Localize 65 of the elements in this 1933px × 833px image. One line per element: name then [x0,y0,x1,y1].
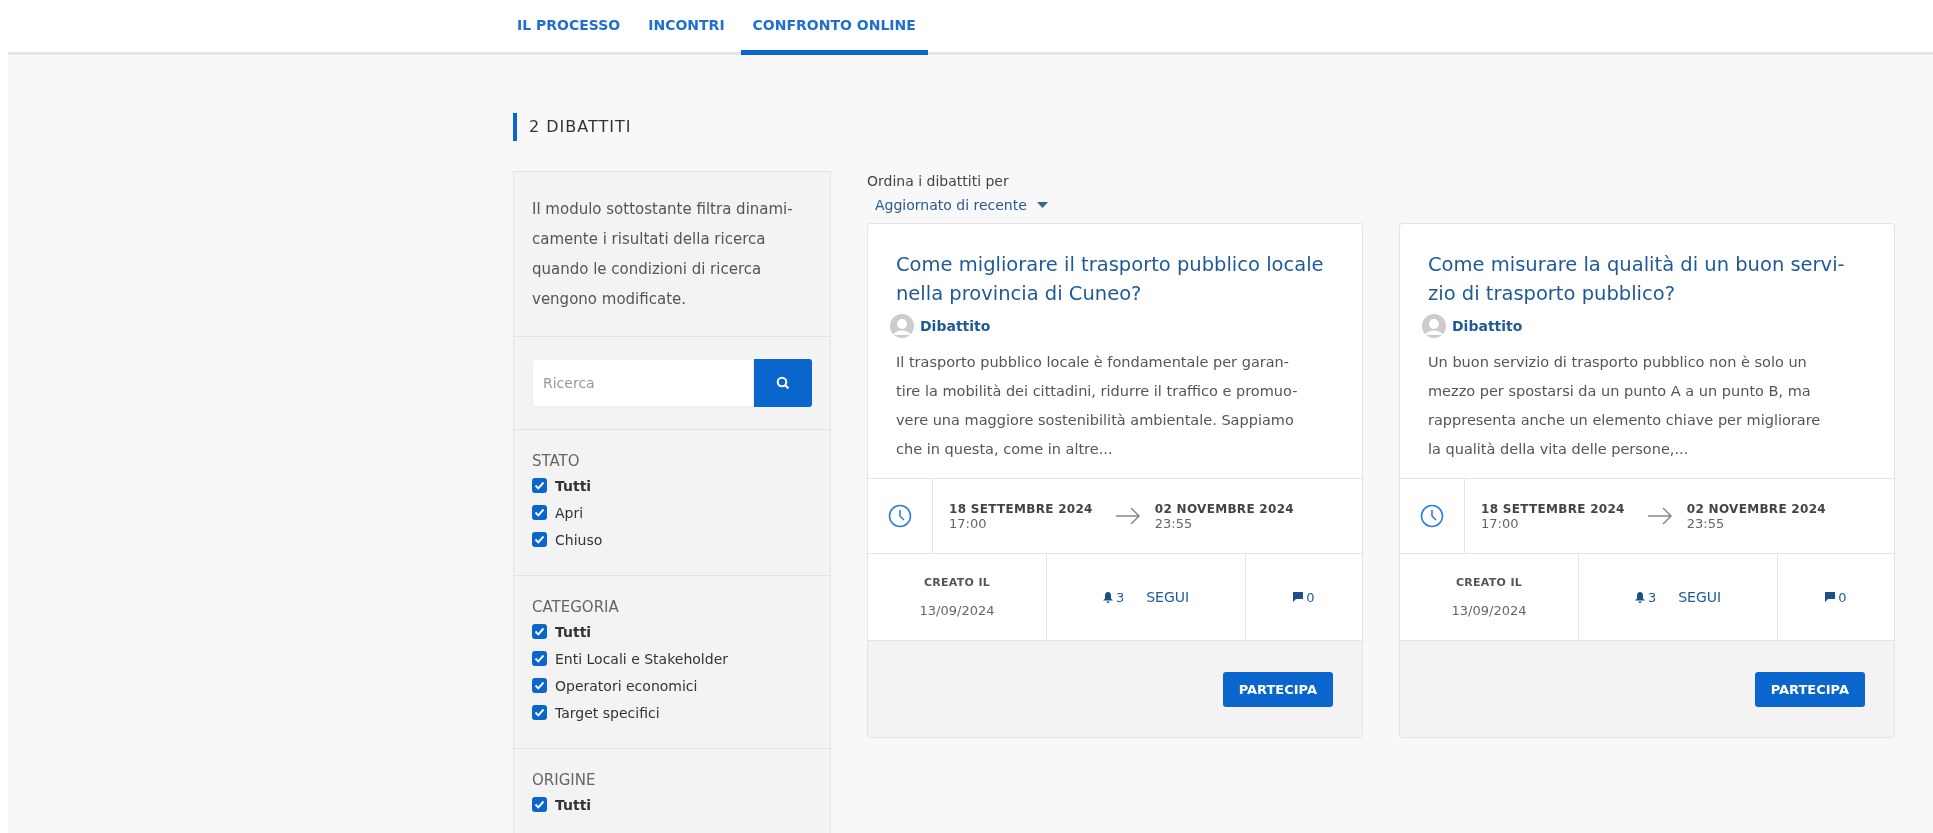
participate-button[interactable]: PARTECIPA [1754,671,1865,707]
comments-count: 0 [1293,589,1315,605]
debate-type: Dibattito [1452,318,1523,334]
caret-icon [1036,202,1048,208]
follow-link[interactable]: SEGUI [1146,589,1190,605]
filter-title: ORIGINE [532,771,597,789]
clock-icon [1420,504,1444,528]
start-time: 17:00 [949,515,988,531]
checkbox-label: Tutti [555,623,592,640]
checkbox[interactable] [532,478,547,493]
checkbox-label: Apri [555,504,584,521]
checkbox-label: Chiuso [555,531,603,548]
comment-icon [1293,592,1304,602]
end-date: 02 NOVEMBRE 2024 [1686,501,1826,516]
arrow-right-icon [1646,507,1673,525]
sort-label: Ordina i dibattiti per [867,173,1010,189]
filter-title: CATEGORIA [532,598,620,616]
checkbox[interactable] [532,505,547,520]
checkbox-label: Operatori economici [555,677,698,694]
filter-intro-text: Il modulo sottostante filtra dinami- camente i risultati della ricerca quando le condizioni di ricerca vengono modificate. [532,199,794,310]
start-date: 18 SETTEMBRE 2024 [1481,501,1625,516]
checkbox-label: Tutti [555,796,592,813]
debate-title[interactable]: Come migliorare il trasporto pubblico locale nella provincia di Cuneo? [896,250,1334,308]
comment-icon [1825,592,1836,602]
followers-count: 3 [1102,589,1125,605]
debate-excerpt: Un buon servizio di trasporto pubblico non è solo un mezzo per spostarsi da un punto A a un punto B, ma rappresenta anche un elemento chiave per migliorare la qualità della vita delle persone,... [1428,353,1822,459]
avatar-icon [890,314,914,338]
nav-tab[interactable]: IL PROCESSO [505,0,633,55]
participate-button[interactable]: PARTECIPA [1222,671,1333,707]
search-icon [776,376,790,390]
sort-dropdown[interactable]: Aggiornato di recente [867,189,1895,223]
follow-link[interactable]: SEGUI [1678,589,1722,605]
comments-count: 0 [1825,589,1847,605]
arrow-right-icon [1114,507,1141,525]
end-time: 23:55 [1686,515,1726,531]
search-field[interactable]: Ricerca [532,359,754,407]
debate-type: Dibattito [920,318,991,334]
section-heading: 2 DIBATTITI [513,113,632,141]
created-label: CREATO IL [1455,576,1523,589]
created-date: 13/09/2024 [919,603,995,618]
bell-icon [1634,591,1645,603]
bell-icon [1102,591,1113,603]
checkbox-label: Tutti [555,477,592,494]
created-date: 13/09/2024 [1451,603,1527,618]
clock-icon [888,504,912,528]
checkbox[interactable] [532,532,547,547]
start-date: 18 SETTEMBRE 2024 [949,501,1093,516]
checkbox[interactable] [532,651,547,666]
avatar-icon [1422,314,1446,338]
checkbox-label: Target specifici [555,704,660,721]
debate-title[interactable]: Come misurare la qualità di un buon servi- zio di trasporto pubblico? [1428,250,1866,308]
checkbox[interactable] [532,705,547,720]
start-time: 17:00 [1481,515,1520,531]
checkbox[interactable] [532,678,547,693]
checkbox[interactable] [532,797,547,812]
filter-title: STATO [532,452,581,470]
followers-count: 3 [1634,589,1657,605]
debate-excerpt: Il trasporto pubblico locale è fondamentale per garan- tire la mobilità dei cittadini, ridurre il traffico e promuo- vere una maggiore sostenibilità ambientale. Sappiamo che in questa, come in altre... [896,353,1299,459]
search-button[interactable] [754,359,812,407]
checkbox-label: Enti Locali e Stakeholder [555,650,728,667]
created-label: CREATO IL [923,576,991,589]
checkbox[interactable] [532,624,547,639]
end-date: 02 NOVEMBRE 2024 [1154,501,1294,516]
nav-tab[interactable]: INCONTRI [636,0,737,55]
end-time: 23:55 [1154,515,1194,531]
